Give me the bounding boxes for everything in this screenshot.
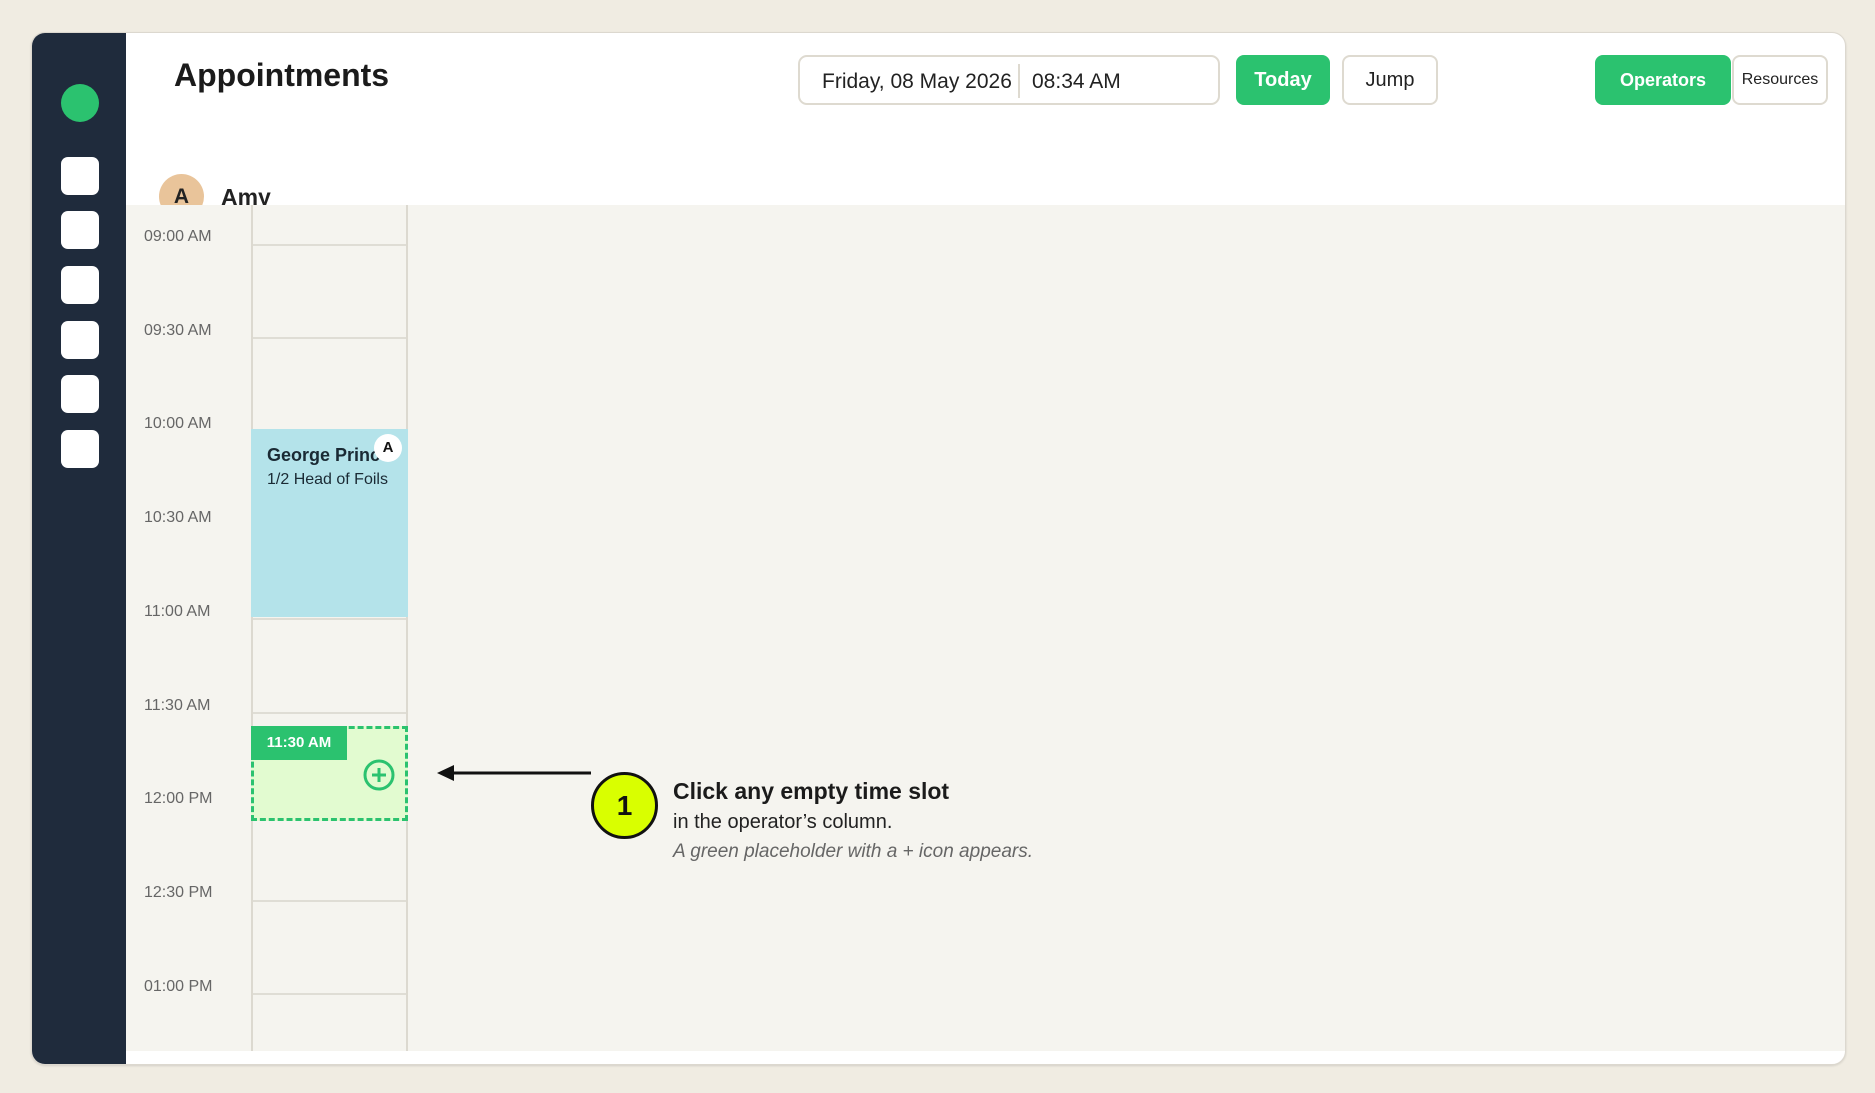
sidebar-nav-icon-6[interactable] [61, 430, 99, 468]
jump-button[interactable]: Jump [1342, 55, 1438, 105]
page-title: Appointments [174, 57, 390, 93]
time-slot-line [253, 900, 406, 902]
date-time-picker[interactable]: Friday, 08 May 2026 08:34 AM [798, 55, 1220, 105]
step-title: Click any empty time slot [673, 778, 950, 804]
appointment-service: 1/2 Head of Foils [267, 471, 388, 488]
placeholder-time-badge: 11:30 AM [251, 726, 347, 760]
appointment-operator-badge: A [374, 434, 402, 462]
time-label: 09:30 AM [144, 322, 212, 339]
appointment-card[interactable]: George Prince A 1/2 Head of Foils [251, 429, 408, 617]
time-label: 12:00 PM [144, 790, 213, 807]
time-field[interactable]: 08:34 AM [1032, 70, 1121, 94]
date-time-divider [1018, 64, 1020, 98]
time-slot-line [253, 993, 406, 995]
step-note: A green placeholder with a + icon appear… [673, 841, 1033, 862]
step-description: in the operator’s column. [673, 811, 893, 833]
sidebar [32, 33, 126, 1064]
today-button[interactable]: Today [1236, 55, 1330, 105]
new-appointment-placeholder[interactable]: 11:30 AM [251, 726, 408, 821]
view-operators-button[interactable]: Operators [1595, 55, 1731, 105]
step-number-marker: 1 [591, 772, 658, 839]
sidebar-nav-icon-2[interactable] [61, 211, 99, 249]
logo-icon[interactable] [61, 84, 99, 122]
time-label: 01:00 PM [144, 978, 213, 995]
plus-circle-icon[interactable] [362, 758, 396, 792]
date-field[interactable]: Friday, 08 May 2026 [822, 70, 1012, 94]
time-label: 09:00 AM [144, 228, 212, 245]
operator-column[interactable] [251, 205, 408, 1051]
time-slot-line [253, 337, 406, 339]
view-resources-button[interactable]: Resources [1732, 55, 1828, 105]
time-slot-line [253, 618, 406, 620]
app-window: Appointments Friday, 08 May 2026 08:34 A… [31, 32, 1846, 1065]
schedule-grid: 09:00 AM 09:30 AM 10:00 AM 10:30 AM 11:0… [126, 205, 1845, 1051]
time-label: 10:30 AM [144, 509, 212, 526]
sidebar-nav-icon-5[interactable] [61, 375, 99, 413]
time-label: 12:30 PM [144, 884, 213, 901]
time-label: 11:00 AM [144, 603, 211, 620]
sidebar-nav-icon-1[interactable] [61, 157, 99, 195]
time-slot-line [253, 244, 406, 246]
time-label: 10:00 AM [144, 415, 212, 432]
sidebar-nav-icon-3[interactable] [61, 266, 99, 304]
time-slot-line [253, 712, 406, 714]
appointment-client: George Prince [267, 445, 391, 465]
time-label: 11:30 AM [144, 697, 211, 714]
sidebar-nav-icon-4[interactable] [61, 321, 99, 359]
